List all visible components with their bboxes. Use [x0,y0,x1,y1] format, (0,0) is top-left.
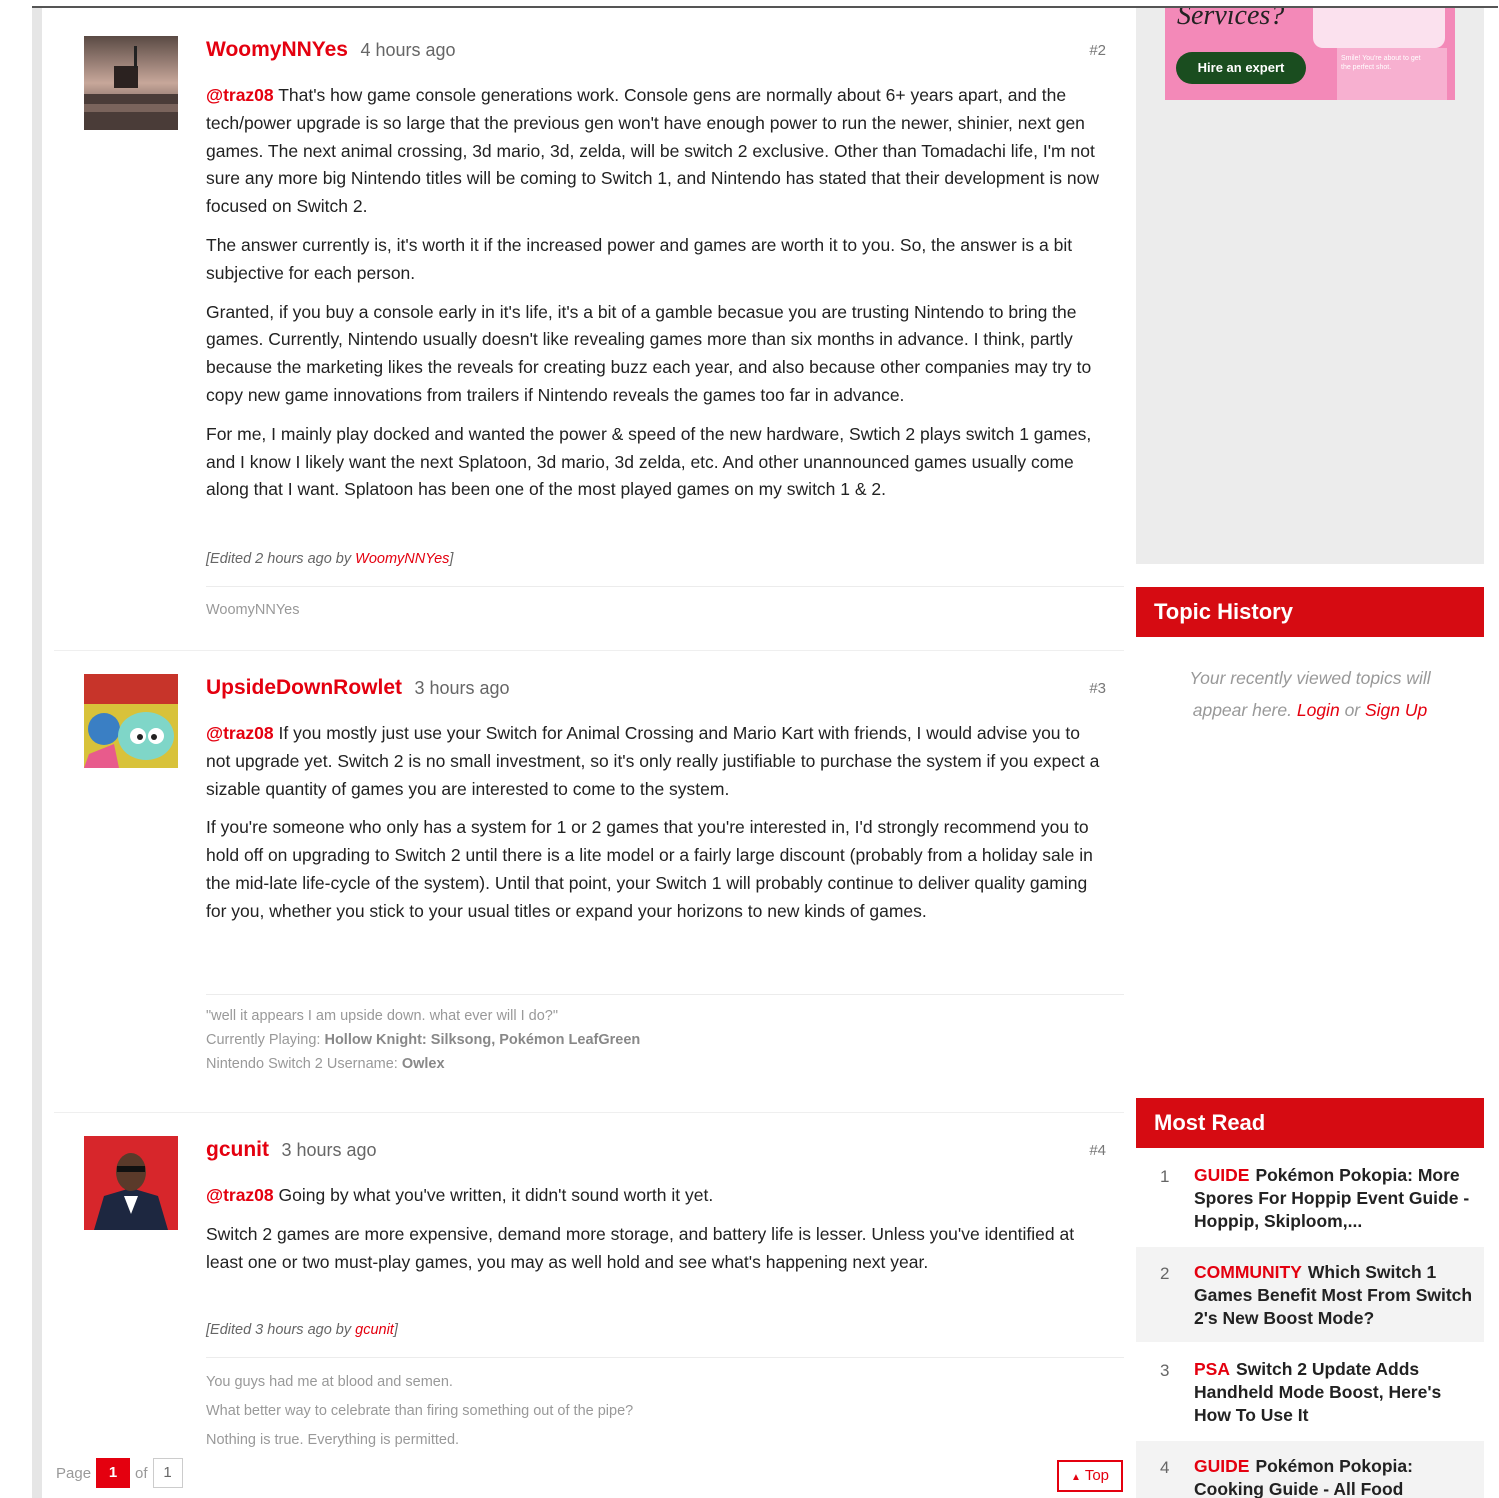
back-to-top-button[interactable]: ▲ Top [1057,1460,1123,1492]
comment-header: UpsideDownRowlet 3 hours ago #3 [206,676,1106,706]
article-link[interactable]: GUIDE Pokémon Pokopia: Cooking Guide - Al… [1194,1455,1474,1498]
post-time: 3 hours ago [414,678,510,698]
comment-paragraph: For me, I mainly play docked and wanted … [206,423,1092,500]
signature-divider [206,586,1124,587]
ad-title: Services? [1177,8,1285,31]
signup-link[interactable]: Sign Up [1365,700,1427,720]
most-read-item[interactable]: 4 GUIDE Pokémon Pokopia: Cooking Guide - … [1136,1441,1484,1498]
comment-paragraph: Switch 2 games are more expensive, deman… [206,1223,1075,1272]
username-link[interactable]: WoomyNNYes [206,38,348,61]
signature-username: Nintendo Switch 2 Username: Owlex [206,1056,445,1072]
pagination: Page 1 of 1 [56,1458,183,1488]
item-rank: 2 [1160,1264,1170,1283]
most-read-item[interactable]: 1 GUIDE Pokémon Pokopia: More Spores For … [1136,1150,1484,1245]
current-page[interactable]: 1 [96,1458,131,1488]
item-rank: 4 [1160,1458,1170,1477]
ad-phone-text: Smile! You're about to get the perfect s… [1341,55,1421,71]
comment-paragraph: Granted, if you buy a console early in i… [206,301,1092,405]
hire-expert-button[interactable]: Hire an expert [1176,52,1306,84]
comment-header: gcunit 3 hours ago #4 [206,1138,1106,1168]
signature-playing: Currently Playing: Hollow Knight: Silkso… [206,1032,641,1048]
signature: You guys had me at blood and semen. What… [206,1368,633,1455]
caret-up-icon: ▲ [1071,1472,1081,1483]
signature-line: What better way to celebrate than firing… [206,1403,634,1419]
comment-header: WoomyNNYes 4 hours ago #2 [206,38,1106,68]
mention-link[interactable]: @traz08 [206,723,274,743]
edited-note: [Edited 2 hours ago by WoomyNNYes] [206,551,454,567]
article-link[interactable]: COMMUNITY Which Switch 1 Games Benefit Mo… [1194,1261,1474,1330]
most-read-header: Most Read [1136,1098,1484,1148]
post-time: 3 hours ago [281,1140,377,1160]
comment-body: @traz08 That's how game console generati… [206,82,1106,515]
login-link[interactable]: Login [1297,700,1340,720]
most-read-item[interactable]: 3 PSA Switch 2 Update Adds Handheld Mode … [1136,1344,1484,1439]
post-divider [54,1112,1124,1113]
advertisement[interactable]: Smile! You're about to get the perfect s… [1165,8,1455,100]
post-time: 4 hours ago [360,40,456,60]
article-link[interactable]: GUIDE Pokémon Pokopia: More Spores For Ho… [1194,1164,1474,1233]
of-label: of [135,1464,148,1482]
category-tag: COMMUNITY [1194,1262,1302,1282]
mention-link[interactable]: @traz08 [206,1185,274,1205]
item-rank: 1 [1160,1167,1170,1186]
article-link[interactable]: PSA Switch 2 Update Adds Handheld Mode Bo… [1194,1358,1474,1427]
comment-paragraph: @traz08 That's how game console generati… [206,85,1099,217]
comment-paragraph: The answer currently is, it's worth it i… [206,234,1073,283]
signature-divider [206,1357,1124,1358]
total-pages[interactable]: 1 [152,1458,183,1488]
left-gutter [32,8,42,1498]
avatar[interactable] [84,36,178,130]
edited-by-link[interactable]: gcunit [355,1322,394,1338]
edited-note: [Edited 3 hours ago by gcunit] [206,1322,398,1338]
ad-phone-graphic [1313,8,1445,48]
signature: WoomyNNYes [206,602,300,618]
category-tag: GUIDE [1194,1456,1250,1476]
post-divider [54,650,1124,651]
comment-paragraph: If you're someone who only has a system … [206,817,1093,921]
topic-history-header: Topic History [1136,587,1484,637]
avatar[interactable] [84,1136,178,1230]
comment-body: @traz08 If you mostly just use your Swit… [206,720,1106,937]
signature-divider [206,994,1124,995]
post-number[interactable]: #3 [1089,680,1106,697]
signature-line: Nothing is true. Everything is permitted… [206,1432,460,1448]
category-tag: GUIDE [1194,1165,1250,1185]
comment-body: @traz08 Going by what you've written, it… [206,1182,1106,1287]
category-tag: PSA [1194,1359,1230,1379]
signature-quote: "well it appears I am upside down. what … [206,1008,559,1024]
most-read-item[interactable]: 2 COMMUNITY Which Switch 1 Games Benefit … [1136,1247,1484,1342]
post-number[interactable]: #2 [1089,42,1106,59]
signature-line: You guys had me at blood and semen. [206,1374,453,1390]
mention-link[interactable]: @traz08 [206,85,274,105]
page-label: Page [56,1464,92,1482]
comment-paragraph: @traz08 If you mostly just use your Swit… [206,723,1100,799]
item-rank: 3 [1160,1361,1170,1380]
username-link[interactable]: UpsideDownRowlet [206,676,402,699]
avatar[interactable] [84,674,178,768]
comment-paragraph: @traz08 Going by what you've written, it… [206,1185,714,1205]
signature: "well it appears I am upside down. what … [206,1004,640,1076]
edited-by-link[interactable]: WoomyNNYes [355,551,449,567]
post-number[interactable]: #4 [1089,1142,1106,1159]
topic-history-message: Your recently viewed topics will appear … [1189,668,1431,720]
username-link[interactable]: gcunit [206,1138,269,1161]
ad-container: Smile! You're about to get the perfect s… [1136,8,1484,564]
